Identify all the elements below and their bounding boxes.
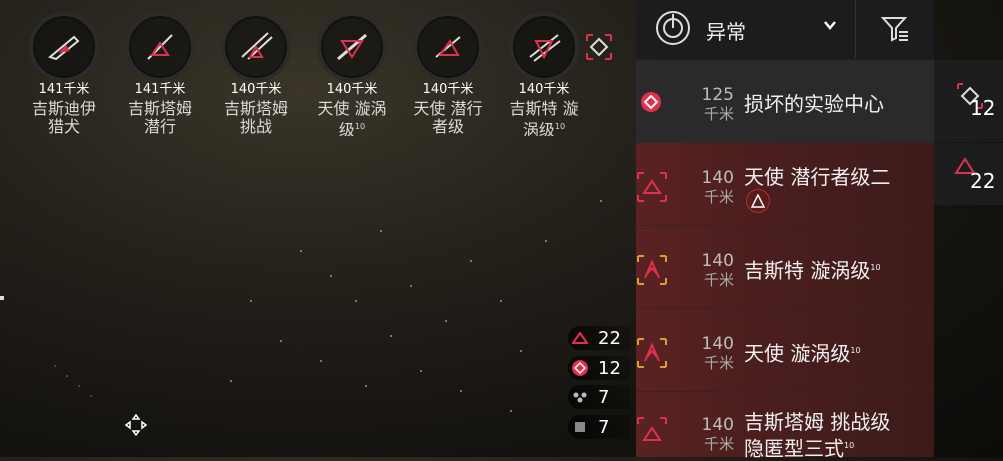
ship-icon (337, 33, 367, 61)
target-name: 天使 潜行者级 (413, 100, 483, 136)
overview-row[interactable]: 140 千米 天使 潜行者级二 (636, 143, 934, 227)
row-distance: 125 (701, 85, 734, 105)
hostile-frigate-icon (637, 172, 667, 202)
hostile-triangle-icon (568, 332, 592, 344)
overview-row[interactable]: 140 千米 吉斯塔姆 挑战级 隐匿型三式10 (636, 392, 934, 461)
square-icon (568, 421, 592, 433)
target-slot[interactable]: 140千米 吉斯塔姆 挑战 (214, 12, 298, 136)
target-name: 吉斯特 漩涡级10 (509, 100, 579, 136)
radar-icon[interactable] (655, 10, 691, 46)
target-distance: 141千米 (38, 82, 90, 97)
target-name: 天使 漩涡级10 (317, 100, 387, 136)
target-slot[interactable]: 141千米 吉斯迪伊 猎犬 (22, 12, 106, 136)
row-name: 吉斯特 漩涡级10 (744, 258, 881, 283)
target-name: 吉斯塔姆 挑战 (223, 100, 288, 136)
overview-filter-dropdown[interactable]: 异常 (706, 16, 746, 45)
target-slot[interactable]: 140千米 天使 漩涡级10 (310, 12, 394, 136)
drone-icon (568, 391, 592, 403)
row-distance: 140 (701, 415, 734, 435)
row-name: 损坏的实验中心 (744, 92, 884, 116)
target-name: 吉斯塔姆 潜行 (127, 100, 192, 136)
row-distance: 140 (701, 334, 734, 354)
diamond-icon (568, 359, 592, 377)
target-slot[interactable]: 140千米 吉斯特 漩涡级10 (502, 12, 586, 136)
warning-icon (746, 189, 770, 213)
target-distance: 140千米 (422, 82, 474, 97)
target-ring (509, 12, 579, 82)
side-tab-structures[interactable]: 12 (934, 60, 1003, 142)
ship-icon (435, 36, 461, 58)
target-ring (317, 12, 387, 82)
target-name: 吉斯迪伊 猎犬 (31, 100, 96, 136)
overview-row[interactable]: 125 千米 损坏的实验中心 (636, 60, 934, 144)
hostile-counter[interactable]: 22 (568, 326, 630, 350)
ship-icon (47, 35, 80, 61)
chevron-down-icon[interactable] (822, 18, 838, 32)
hostile-frigate-icon (637, 417, 667, 441)
target-distance: 140千米 (518, 82, 570, 97)
object-counter[interactable]: 7 (568, 415, 630, 439)
row-name: 天使 潜行者级二 (744, 165, 891, 189)
overview-row[interactable]: 140 千米 天使 漩涡级10 (636, 309, 934, 393)
row-distance: 140 (701, 251, 734, 271)
ship-icon (529, 34, 561, 62)
hostile-cruiser-icon (637, 338, 667, 368)
target-ring (29, 12, 99, 82)
target-distance: 141千米 (134, 82, 186, 97)
camera-focus-icon[interactable] (124, 413, 148, 437)
filter-icon[interactable] (880, 14, 910, 44)
overview-row[interactable]: 140 千米 吉斯特 漩涡级10 (636, 226, 934, 310)
row-name: 天使 漩涡级10 (744, 341, 861, 366)
screen-marker (0, 296, 4, 300)
target-slot[interactable]: 140千米 天使 潜行者级 (406, 12, 490, 136)
row-distance: 140 (701, 168, 734, 188)
target-distance: 140千米 (230, 82, 282, 97)
header-divider (855, 0, 856, 58)
row-name: 吉斯塔姆 挑战级 隐匿型三式10 (744, 410, 891, 461)
target-ring (125, 12, 195, 82)
target-slot[interactable]: 141千米 吉斯塔姆 潜行 (118, 12, 202, 136)
target-lock-icon[interactable] (585, 33, 613, 61)
target-ring (221, 12, 291, 82)
structure-counter[interactable]: 12 (568, 356, 630, 380)
side-tab-hostiles[interactable]: 22 (934, 143, 1003, 205)
target-ring (413, 12, 483, 82)
diamond-icon (641, 92, 661, 112)
target-distance: 140千米 (326, 82, 378, 97)
locked-targets-bar: 141千米 吉斯迪伊 猎犬 141千米 吉斯塔姆 潜行 140千米 吉斯塔姆 挑… (22, 12, 586, 136)
ship-icon (147, 34, 173, 60)
hostile-cruiser-icon (637, 255, 667, 285)
drone-counter[interactable]: 7 (568, 385, 630, 409)
ship-icon (241, 32, 273, 60)
